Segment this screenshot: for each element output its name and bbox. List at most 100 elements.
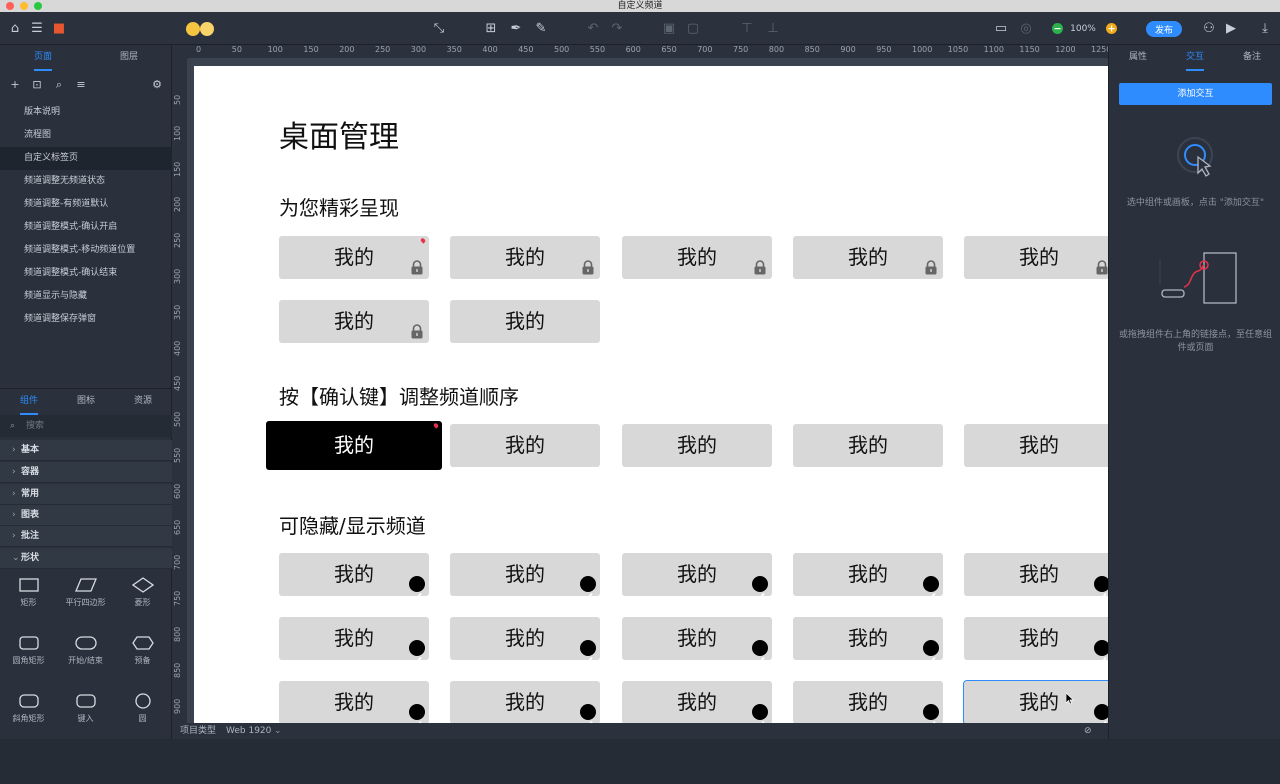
channel-card[interactable]: 我的 xyxy=(279,617,429,665)
artboard[interactable]: 桌面管理 为您精彩呈现 按【确认键】调整频道顺序 可隐藏/显示频道 我的 我的 我的… xyxy=(194,66,1108,723)
page-item[interactable]: 频道调整保存弹窗 xyxy=(0,308,172,331)
shape-parallelogram[interactable]: 平行四边形 xyxy=(57,569,114,625)
align-middle-icon[interactable]: ⊥ xyxy=(764,12,782,45)
tab-layers[interactable]: 图层 xyxy=(108,45,150,71)
channel-card-label: 我的 xyxy=(505,690,545,714)
settings-icon[interactable]: ⚙ xyxy=(150,75,164,95)
device-icon[interactable]: ▭ xyxy=(992,12,1010,45)
ruler-top: 0 50 100 150 200 250 300 350 400 450 500 550 600 650 7… xyxy=(188,45,1108,59)
channel-card[interactable]: 我的 xyxy=(964,424,1108,467)
shape-preparation[interactable]: 预备 xyxy=(114,627,171,683)
check-icon xyxy=(580,704,596,723)
tab-icons[interactable]: 图标 xyxy=(65,389,107,415)
zoom-in-button[interactable] xyxy=(1104,12,1118,45)
channel-card[interactable]: 我的 xyxy=(964,553,1108,601)
ruler-tick-label: 850 xyxy=(173,662,182,678)
add-folder-icon[interactable]: ⊡ xyxy=(30,75,44,95)
page-item[interactable]: 频道调整模式-确认开启 xyxy=(0,216,172,239)
align-top-icon[interactable]: ⊤ xyxy=(738,12,756,45)
lock-icon xyxy=(411,324,423,339)
channel-card[interactable]: 我的 xyxy=(279,300,429,343)
shape-rectangle[interactable]: 矩形 xyxy=(0,569,57,625)
channel-card[interactable]: 我的 xyxy=(450,424,600,467)
page-item[interactable]: 频道调整无频道状态 xyxy=(0,170,172,193)
tab-pages[interactable]: 页面 xyxy=(22,45,64,71)
channel-card[interactable]: 我的 xyxy=(622,424,772,467)
channel-card[interactable]: 我的 xyxy=(450,681,600,723)
channel-card[interactable]: 我的 xyxy=(793,617,943,665)
download-icon[interactable]: ⤓ xyxy=(1256,12,1274,45)
channel-card[interactable]: 我的 xyxy=(450,617,600,665)
undo-icon[interactable]: ↶ xyxy=(584,12,602,45)
category-basic[interactable]: › 基本 xyxy=(0,440,172,461)
page-item[interactable]: 频道显示与隐藏 xyxy=(0,285,172,308)
list-icon[interactable]: ≡ xyxy=(74,75,88,95)
shape-circle[interactable]: 圆 xyxy=(114,685,171,741)
page-item[interactable]: 频道调整-有频道默认 xyxy=(0,193,172,216)
tab-properties[interactable]: 属性 xyxy=(1117,45,1159,71)
category-container[interactable]: › 容器 xyxy=(0,462,172,483)
pencil-icon[interactable]: ✎ xyxy=(532,12,550,45)
target-icon[interactable]: ◎ xyxy=(1017,12,1035,45)
gift-icon[interactable]: ■ xyxy=(50,12,68,45)
channel-card[interactable]: 我的 xyxy=(793,236,943,279)
channel-card[interactable]: 我的 xyxy=(622,553,772,601)
zoom-out-button[interactable] xyxy=(1050,12,1064,45)
channel-card[interactable]: 我的 xyxy=(622,236,772,279)
menu-icon[interactable]: ☰ xyxy=(28,12,46,45)
interaction-hint-drag: 或拖拽组件右上角的链接点，至任意组件或页面 xyxy=(1118,330,1272,353)
page-item[interactable]: 频道调整模式-确认结束 xyxy=(0,262,172,285)
search-icon[interactable]: ⌕ xyxy=(52,75,66,95)
channel-card[interactable]: 我的 xyxy=(964,617,1108,665)
new-frame-icon[interactable]: ⊞ xyxy=(482,12,500,45)
collaborator-avatars[interactable] xyxy=(184,12,218,45)
page-item[interactable]: 流程图 xyxy=(0,124,172,147)
pen-icon[interactable]: ✒ xyxy=(507,12,525,45)
category-chart[interactable]: › 图表 xyxy=(0,505,172,526)
category-common[interactable]: › 常用 xyxy=(0,484,172,505)
channel-card[interactable]: 我的 xyxy=(279,681,429,723)
channel-card[interactable]: 我的 xyxy=(793,424,943,467)
add-interaction-button[interactable]: 添加交互 xyxy=(1119,83,1272,105)
channel-card[interactable]: 我的 xyxy=(279,553,429,601)
channel-card[interactable]: 我的 xyxy=(964,236,1108,279)
shape-diamond[interactable]: 菱形 xyxy=(114,569,171,625)
shape-rounded-rectangle[interactable]: 圆角矩形 xyxy=(0,627,57,683)
ungroup-icon[interactable]: ▢ xyxy=(684,12,702,45)
check-icon xyxy=(1094,704,1108,723)
tab-resources[interactable]: 资源 xyxy=(122,389,164,415)
compass-icon[interactable]: ⊘ xyxy=(1084,723,1092,739)
page-item[interactable]: 版本说明 xyxy=(0,101,172,124)
shape-input[interactable]: 键入 xyxy=(57,685,114,741)
channel-card[interactable]: 我的 xyxy=(266,421,442,470)
channel-card[interactable]: 我的 xyxy=(450,553,600,601)
channel-card[interactable]: 我的 xyxy=(793,553,943,601)
channel-card[interactable]: 我的 xyxy=(963,680,1108,723)
tab-interactions[interactable]: 交互 xyxy=(1174,45,1216,71)
team-icon[interactable]: ⚇ xyxy=(1200,12,1218,45)
category-shape[interactable]: ⌄ 形状 xyxy=(0,548,172,569)
page-item-selected[interactable]: 自定义标签页 xyxy=(0,147,172,170)
project-type-select[interactable]: Web 1920 xyxy=(226,723,271,739)
channel-card[interactable]: 我的 xyxy=(622,617,772,665)
preview-icon[interactable]: ▶ xyxy=(1222,12,1240,45)
home-icon[interactable]: ⌂ xyxy=(6,12,24,45)
channel-card[interactable]: 我的 xyxy=(279,236,429,279)
channel-card[interactable]: 我的 xyxy=(450,236,600,279)
shape-start-end[interactable]: 开始/结束 xyxy=(57,627,114,683)
component-search-input[interactable]: ⌕ 搜索 xyxy=(0,415,172,437)
canvas-area[interactable]: 桌面管理 为您精彩呈现 按【确认键】调整频道顺序 可隐藏/显示频道 我的 我的 我的… xyxy=(188,59,1108,723)
tab-components[interactable]: 组件 xyxy=(8,389,50,415)
connect-icon[interactable]: ⤡ xyxy=(430,12,448,45)
channel-card[interactable]: 我的 xyxy=(450,300,600,343)
channel-card[interactable]: 我的 xyxy=(622,681,772,723)
redo-icon[interactable]: ↷ xyxy=(608,12,626,45)
publish-button[interactable]: 发布 xyxy=(1146,21,1182,37)
shape-bevel-rectangle[interactable]: 斜角矩形 xyxy=(0,685,57,741)
page-item[interactable]: 频道调整模式-移动频道位置 xyxy=(0,239,172,262)
add-page-icon[interactable]: + xyxy=(8,75,22,95)
channel-card[interactable]: 我的 xyxy=(793,681,943,723)
tab-notes[interactable]: 备注 xyxy=(1231,45,1273,71)
group-icon[interactable]: ▣ xyxy=(660,12,678,45)
category-annotation[interactable]: › 批注 xyxy=(0,526,172,547)
